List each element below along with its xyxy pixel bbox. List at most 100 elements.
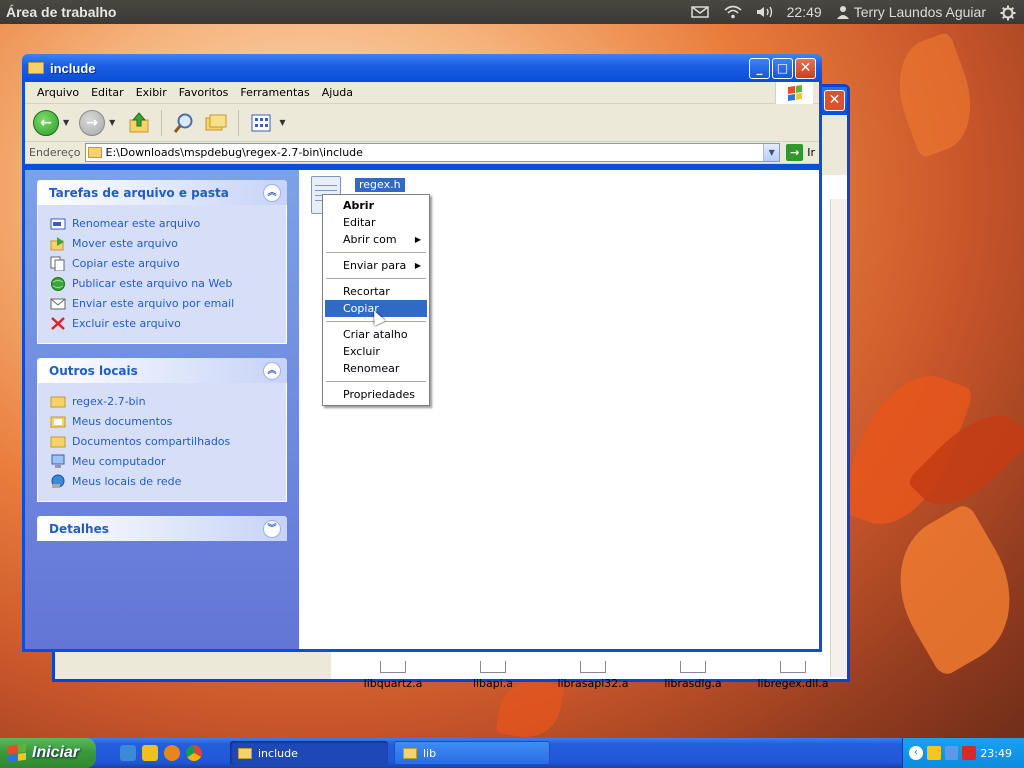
mail-icon[interactable] bbox=[690, 5, 709, 19]
ctx-properties[interactable]: Propriedades bbox=[325, 386, 427, 403]
security-shield-icon[interactable] bbox=[926, 746, 941, 760]
ctx-open-with[interactable]: Abrir com ▶ bbox=[325, 231, 427, 248]
file-label: libquartz.a bbox=[363, 677, 423, 690]
context-menu: Abrir Editar Abrir com ▶ Enviar para ▶ Rec… bbox=[322, 194, 430, 406]
maximize-button[interactable]: □ bbox=[772, 57, 793, 79]
folders-button[interactable] bbox=[202, 109, 230, 137]
network-tray-icon[interactable] bbox=[944, 746, 959, 760]
shield-icon[interactable] bbox=[142, 745, 158, 761]
antivirus-icon[interactable] bbox=[962, 746, 977, 760]
file-item[interactable]: libapi.a bbox=[443, 661, 543, 690]
menu-editar[interactable]: Editar bbox=[85, 86, 130, 99]
task-email-link[interactable]: Enviar este arquivo por email bbox=[50, 293, 274, 313]
link-label: Meus locais de rede bbox=[72, 474, 182, 488]
link-label: Enviar este arquivo por email bbox=[72, 296, 235, 310]
go-button[interactable]: → Ir bbox=[786, 144, 815, 161]
address-field[interactable]: E:\Downloads\mspdebug\regex-2.7-bin\incl… bbox=[84, 143, 781, 162]
wallpaper-leaf bbox=[872, 501, 1024, 679]
address-dropdown-button[interactable]: ▼ bbox=[763, 144, 780, 161]
link-label: Meu computador bbox=[72, 454, 166, 468]
panel-header[interactable]: Outros locais ︽ bbox=[37, 358, 287, 383]
ctx-create-shortcut[interactable]: Criar atalho bbox=[325, 326, 427, 343]
link-label: Renomear este arquivo bbox=[72, 216, 201, 230]
ctx-cut[interactable]: Recortar bbox=[325, 283, 427, 300]
window-titlebar[interactable]: include _ □ ✕ bbox=[22, 54, 822, 82]
shared-folder-icon bbox=[50, 434, 66, 449]
desktop-title: Área de trabalho bbox=[6, 4, 117, 20]
panel-header[interactable]: Detalhes ︾ bbox=[37, 516, 287, 541]
file-label: libregex.dll.a bbox=[757, 677, 829, 690]
desktop-top-bar: Área de trabalho 22:49 Terry Laundos Agu… bbox=[0, 0, 1024, 24]
address-value: E:\Downloads\mspdebug\regex-2.7-bin\incl… bbox=[105, 146, 363, 159]
ie-icon[interactable] bbox=[120, 745, 136, 761]
ctx-edit[interactable]: Editar bbox=[325, 214, 427, 231]
menu-favoritos[interactable]: Favoritos bbox=[173, 86, 235, 99]
background-window-scrollbar[interactable] bbox=[830, 199, 847, 677]
task-move-link[interactable]: Mover este arquivo bbox=[50, 233, 274, 253]
chrome-icon[interactable] bbox=[186, 745, 202, 761]
file-item[interactable]: librasdlg.a bbox=[643, 661, 743, 690]
menu-arquivo[interactable]: Arquivo bbox=[31, 86, 85, 99]
task-delete-link[interactable]: Excluir este arquivo bbox=[50, 313, 274, 333]
ctx-rename[interactable]: Renomear bbox=[325, 360, 427, 377]
ctx-delete[interactable]: Excluir bbox=[325, 343, 427, 360]
wifi-icon[interactable] bbox=[723, 5, 742, 19]
task-rename-link[interactable]: Renomear este arquivo bbox=[50, 213, 274, 233]
ctx-open[interactable]: Abrir bbox=[325, 197, 427, 214]
taskbar-clock[interactable]: 23:49 bbox=[980, 747, 1012, 760]
forward-dropdown-icon[interactable]: ▼ bbox=[109, 118, 115, 127]
back-button[interactable]: ← bbox=[33, 109, 59, 136]
views-button[interactable] bbox=[247, 109, 275, 137]
back-dropdown-icon[interactable]: ▼ bbox=[63, 118, 69, 127]
file-item[interactable]: libquartz.a bbox=[343, 661, 443, 690]
file-label: librasapi32.a bbox=[557, 677, 629, 690]
network-icon bbox=[50, 474, 66, 489]
media-player-icon[interactable] bbox=[164, 745, 180, 761]
taskbar-item-lib[interactable]: lib bbox=[394, 741, 550, 765]
close-button[interactable]: ✕ bbox=[795, 57, 816, 79]
panel-file-tasks: Tarefas de arquivo e pasta ︽ Renomear es… bbox=[37, 180, 287, 344]
menu-ferramentas[interactable]: Ferramentas bbox=[234, 86, 315, 99]
my-documents-icon bbox=[50, 414, 66, 429]
place-documents-link[interactable]: Meus documentos bbox=[50, 411, 274, 431]
place-computer-link[interactable]: Meu computador bbox=[50, 451, 274, 471]
search-button[interactable] bbox=[170, 109, 198, 137]
up-folder-button[interactable] bbox=[125, 109, 153, 137]
tray-expand-icon[interactable]: ‹ bbox=[909, 746, 923, 760]
file-icon bbox=[580, 661, 606, 673]
place-shared-link[interactable]: Documentos compartilhados bbox=[50, 431, 274, 451]
task-publish-link[interactable]: Publicar este arquivo na Web bbox=[50, 273, 274, 293]
go-arrow-icon: → bbox=[786, 144, 804, 161]
toolbar: ← ▼ → ▼ ▼ bbox=[25, 104, 819, 142]
minimize-button[interactable]: _ bbox=[749, 57, 770, 79]
place-network-link[interactable]: Meus locais de rede bbox=[50, 471, 274, 491]
volume-icon[interactable] bbox=[755, 5, 773, 19]
place-regex-link[interactable]: regex-2.7-bin bbox=[50, 391, 274, 411]
system-tray: ‹ 23:49 bbox=[902, 738, 1024, 768]
start-button[interactable]: Iniciar bbox=[0, 738, 96, 768]
ctx-send-to[interactable]: Enviar para ▶ bbox=[325, 257, 427, 274]
folder-icon bbox=[403, 747, 417, 759]
ctx-open-with-label: Abrir com bbox=[343, 233, 397, 246]
link-label: regex-2.7-bin bbox=[72, 394, 146, 408]
file-item[interactable]: librasapi32.a bbox=[543, 661, 643, 690]
panel-header[interactable]: Tarefas de arquivo e pasta ︽ bbox=[37, 180, 287, 205]
windows-flag-icon bbox=[788, 85, 802, 101]
taskbar-item-include[interactable]: include bbox=[230, 741, 388, 765]
topbar-clock[interactable]: 22:49 bbox=[787, 4, 822, 20]
expand-icon[interactable]: ︾ bbox=[263, 519, 281, 538]
collapse-icon[interactable]: ︽ bbox=[263, 183, 281, 202]
menu-ajuda[interactable]: Ajuda bbox=[316, 86, 359, 99]
up-folder-icon bbox=[129, 111, 149, 132]
background-window-close-button[interactable]: ✕ bbox=[824, 90, 845, 111]
move-icon bbox=[50, 236, 66, 251]
user-menu[interactable]: Terry Laundos Aguiar bbox=[836, 4, 986, 20]
file-item[interactable]: libregex.dll.a bbox=[743, 661, 843, 690]
menu-exibir[interactable]: Exibir bbox=[130, 86, 173, 99]
collapse-icon[interactable]: ︽ bbox=[263, 361, 281, 380]
views-dropdown-icon[interactable]: ▼ bbox=[279, 118, 285, 127]
gear-icon[interactable] bbox=[1000, 5, 1016, 21]
task-copy-link[interactable]: Copiar este arquivo bbox=[50, 253, 274, 273]
forward-button[interactable]: → bbox=[79, 109, 106, 136]
task-label: include bbox=[258, 746, 298, 760]
